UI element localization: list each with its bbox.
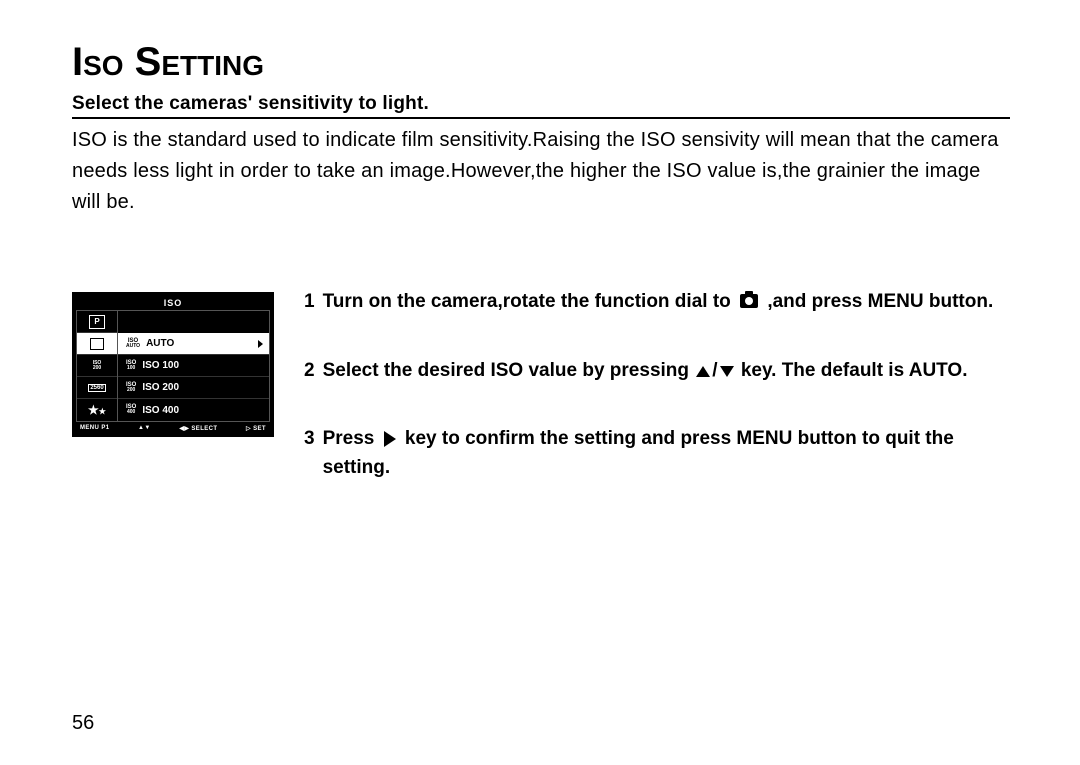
triangle-up-icon (696, 366, 710, 377)
size-icon: 2560 (88, 384, 105, 392)
screen-left-column: P ISO200 2560 ★★ (76, 310, 118, 422)
subheading: Select the cameras' sensitivity to light… (72, 93, 1010, 119)
camera-screen-illustration: ISO P ISO200 2560 ★★ ISOAUTO AUTO ISO100… (72, 292, 274, 437)
step-text-pre: Press (323, 428, 380, 449)
step-text-pre: Select the desired ISO value by pressing (323, 360, 695, 381)
camera-icon (740, 294, 758, 308)
screen-footer: MENU P1 ▲▼ ◀▶ SELECT ▷ SET (76, 422, 270, 433)
step-3: 3 Press key to confirm the setting and p… (304, 425, 1010, 482)
iso200-left-icon: ISO200 (93, 361, 102, 371)
body-text: ISO is the standard used to indicate fil… (72, 125, 1010, 218)
content-row: ISO P ISO200 2560 ★★ ISOAUTO AUTO ISO100… (72, 288, 1010, 482)
triangle-right-icon (384, 431, 396, 447)
option-auto: ISOAUTO AUTO (118, 333, 269, 355)
screen-options: ISOAUTO AUTO ISO100 ISO 100 ISO200 ISO 2… (118, 310, 270, 422)
chevron-right-icon (258, 340, 263, 348)
option-iso200: ISO200 ISO 200 (118, 377, 269, 399)
triangle-down-icon (720, 366, 734, 377)
option-iso100: ISO100 ISO 100 (118, 355, 269, 377)
steps-list: 1 Turn on the camera,rotate the function… (304, 288, 1010, 482)
step-1: 1 Turn on the camera,rotate the function… (304, 288, 1010, 317)
option-label: ISO 100 (142, 360, 179, 371)
page-title: Iso Setting (72, 40, 1010, 85)
option-label: AUTO (146, 338, 174, 349)
page-number: 56 (72, 712, 94, 735)
screen-title: ISO (76, 296, 270, 310)
step-2: 2 Select the desired ISO value by pressi… (304, 357, 1010, 386)
step-text-post: ,and press MENU button. (767, 291, 993, 312)
option-label: ISO 200 (142, 382, 179, 393)
step-text-post: key to confirm the setting and press MEN… (323, 428, 954, 478)
step-text-pre: Turn on the camera,rotate the function d… (323, 291, 736, 312)
option-iso400: ISO400 ISO 400 (118, 399, 269, 421)
quality-icon: ★★ (88, 404, 106, 416)
step-text-post: key. The default is AUTO. (741, 360, 968, 381)
option-label: ISO 400 (142, 405, 179, 416)
p-mode-icon: P (89, 315, 105, 329)
